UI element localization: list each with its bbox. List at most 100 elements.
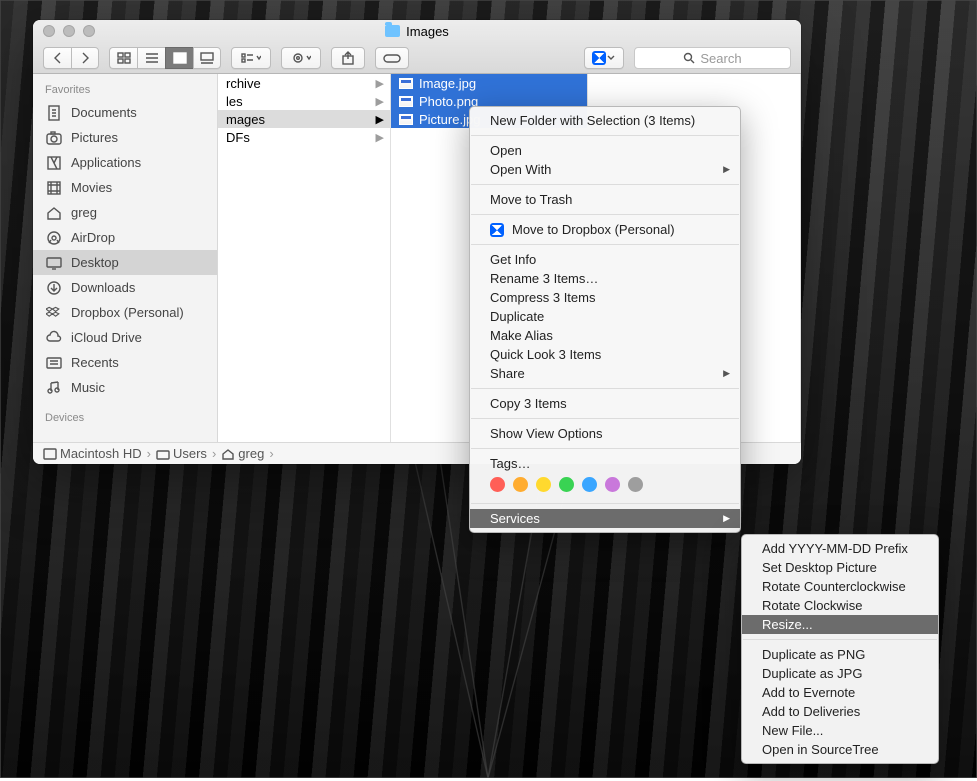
tag-color[interactable] [582,477,597,492]
menu-item-label: Rename 3 Items… [490,271,598,286]
zoom-traffic-light[interactable] [83,25,95,37]
image-file-icon [399,78,413,89]
sidebar-item-greg[interactable]: greg [33,200,217,225]
menu-item[interactable]: Move to Trash [470,190,740,209]
view-gallery-button[interactable] [193,47,221,69]
apps-icon [45,155,63,171]
menu-item-label: Quick Look 3 Items [490,347,601,362]
menu-item-label: Move to Trash [490,192,572,207]
arrange-button[interactable] [231,47,271,69]
sidebar-item-label: Movies [71,180,112,195]
sidebar-item-recents[interactable]: Recents [33,350,217,375]
window-title: Images [406,24,449,39]
film-icon [45,180,63,196]
menu-item-label: New File... [762,723,823,738]
folder-row[interactable]: les▶ [218,92,390,110]
menu-item-label: Move to Dropbox (Personal) [512,222,675,237]
search-input[interactable]: Search [634,47,791,69]
menu-item-label: Add to Evernote [762,685,855,700]
menu-item[interactable]: Show View Options [470,424,740,443]
file-row[interactable]: Image.jpg [391,74,587,92]
menu-item-label: Compress 3 Items [490,290,595,305]
path-segment[interactable]: greg [221,446,264,461]
sidebar-item-label: Downloads [71,280,135,295]
menu-item[interactable]: Tags… [470,454,740,473]
menu-item[interactable]: Make Alias [470,326,740,345]
menu-item[interactable]: New Folder with Selection (3 Items) [470,111,740,130]
menu-item-label: Duplicate [490,309,544,324]
sidebar-item-documents[interactable]: Documents [33,100,217,125]
sidebar-item-downloads[interactable]: Downloads [33,275,217,300]
menu-item[interactable]: Copy 3 Items [470,394,740,413]
menu-item-label: Tags… [490,456,530,471]
menu-item[interactable]: Duplicate as JPG [742,664,938,683]
sidebar-item-desktop[interactable]: Desktop [33,250,217,275]
menu-item[interactable]: Rotate Counterclockwise [742,577,938,596]
menu-item[interactable]: Open [470,141,740,160]
menu-item[interactable]: Get Info [470,250,740,269]
sidebar-item-pictures[interactable]: Pictures [33,125,217,150]
view-column-button[interactable] [165,47,193,69]
menu-item[interactable]: Set Desktop Picture [742,558,938,577]
menu-item-label: Copy 3 Items [490,396,567,411]
action-button[interactable] [281,47,321,69]
close-traffic-light[interactable] [43,25,55,37]
menu-item[interactable]: Add to Deliveries [742,702,938,721]
sidebar-item-label: Desktop [71,255,119,270]
folder-row[interactable]: rchive▶ [218,74,390,92]
folder-row[interactable]: DFs▶ [218,128,390,146]
tag-color[interactable] [605,477,620,492]
share-button[interactable] [331,47,365,69]
sidebar-item-label: Documents [71,105,137,120]
view-list-button[interactable] [137,47,165,69]
path-segment[interactable]: Macintosh HD [43,446,142,461]
sidebar-item-label: iCloud Drive [71,330,142,345]
menu-item[interactable]: Open With [470,160,740,179]
menu-item[interactable]: Compress 3 Items [470,288,740,307]
menu-item[interactable]: Duplicate as PNG [742,645,938,664]
view-icon-button[interactable] [109,47,137,69]
menu-item-label: Rotate Clockwise [762,598,862,613]
menu-item[interactable]: Open in SourceTree [742,740,938,759]
menu-item[interactable]: Duplicate [470,307,740,326]
back-button[interactable] [43,47,71,69]
forward-button[interactable] [71,47,99,69]
folder-row[interactable]: mages▶ [218,110,390,128]
menu-item[interactable]: New File... [742,721,938,740]
menu-item[interactable]: Rename 3 Items… [470,269,740,288]
menu-item[interactable]: Rotate Clockwise [742,596,938,615]
minimize-traffic-light[interactable] [63,25,75,37]
toolbar: Search [33,42,801,74]
camera-icon [45,130,63,146]
sidebar-item-music[interactable]: Music [33,375,217,400]
tag-color[interactable] [513,477,528,492]
sidebar: Favorites DocumentsPicturesApplicationsM… [33,74,218,442]
tag-color[interactable] [628,477,643,492]
sidebar-item-movies[interactable]: Movies [33,175,217,200]
tag-color[interactable] [490,477,505,492]
search-placeholder: Search [700,51,741,66]
dropbox-toolbar-button[interactable] [584,47,624,69]
menu-item[interactable]: Add to Evernote [742,683,938,702]
sidebar-item-dropbox-personal-[interactable]: Dropbox (Personal) [33,300,217,325]
menu-item-label: Rotate Counterclockwise [762,579,906,594]
menu-item[interactable]: Quick Look 3 Items [470,345,740,364]
path-label: greg [238,446,264,461]
sidebar-item-airdrop[interactable]: AirDrop [33,225,217,250]
tag-color[interactable] [559,477,574,492]
menu-item-label: Share [490,366,525,381]
sidebar-item-icloud-drive[interactable]: iCloud Drive [33,325,217,350]
tag-color-row [470,473,740,498]
path-segment[interactable]: Users [156,446,207,461]
doc-icon [45,105,63,121]
menu-item[interactable]: Resize... [742,615,938,634]
menu-item[interactable]: Share [470,364,740,383]
sidebar-item-applications[interactable]: Applications [33,150,217,175]
menu-item[interactable]: Add YYYY-MM-DD Prefix [742,539,938,558]
tags-button[interactable] [375,47,409,69]
menu-item[interactable]: Move to Dropbox (Personal) [470,220,740,239]
menu-item[interactable]: Services [470,509,740,528]
tag-color[interactable] [536,477,551,492]
menu-item-label: Add to Deliveries [762,704,860,719]
context-menu: New Folder with Selection (3 Items) OpenO… [469,106,741,533]
